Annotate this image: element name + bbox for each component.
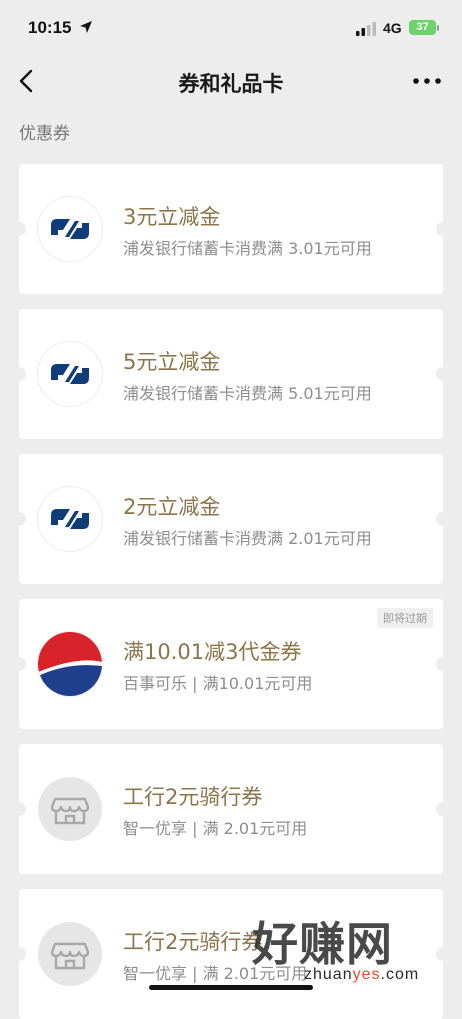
status-time: 10:15 [28, 18, 72, 37]
store-icon [38, 922, 102, 986]
card-notch [436, 802, 450, 816]
store-icon [38, 777, 102, 841]
coupon-card[interactable]: 2元立减金 浦发银行储蓄卡消费满 2.01元可用 [12, 454, 450, 584]
card-notch [436, 222, 450, 236]
card-notch [436, 657, 450, 671]
watermark: 好赚网 zhuanyes.com [252, 908, 452, 988]
coupon-subtitle: 浦发银行储蓄卡消费满 5.01元可用 [123, 384, 372, 403]
nav-bar: 券和礼品卡 [0, 56, 462, 108]
card-notch [12, 802, 26, 816]
coupon-subtitle: 浦发银行储蓄卡消费满 3.01元可用 [123, 239, 372, 258]
signal-icon [356, 22, 376, 36]
coupon-title: 工行2元骑行券 [123, 930, 263, 954]
spdb-logo-icon [38, 342, 102, 406]
expiring-badge: 即将过期 [377, 608, 433, 628]
coupon-subtitle: 智一优享 | 满 2.01元可用 [123, 819, 308, 838]
coupon-subtitle: 浦发银行储蓄卡消费满 2.01元可用 [123, 529, 372, 548]
page-title: 券和礼品卡 [178, 72, 284, 96]
card-notch [12, 222, 26, 236]
coupon-card[interactable]: 工行2元骑行券 智一优享 | 满 2.01元可用 [12, 744, 450, 874]
coupon-card[interactable]: 5元立减金 浦发银行储蓄卡消费满 5.01元可用 [12, 309, 450, 439]
spdb-logo-icon [38, 487, 102, 551]
coupon-title: 5元立减金 [123, 350, 221, 374]
card-notch [12, 512, 26, 526]
watermark-text: 好赚网 [252, 917, 393, 971]
battery-icon: 37 [409, 20, 436, 35]
watermark-domain: zhuanyes.com [304, 966, 420, 983]
battery-cap [437, 25, 439, 31]
coupon-title: 工行2元骑行券 [123, 785, 263, 809]
coupon-card[interactable]: 3元立减金 浦发银行储蓄卡消费满 3.01元可用 [12, 164, 450, 294]
card-notch [436, 512, 450, 526]
card-notch [12, 947, 26, 961]
coupon-title: 2元立减金 [123, 495, 221, 519]
section-title: 优惠券 [19, 124, 70, 144]
card-notch [12, 367, 26, 381]
card-notch [12, 657, 26, 671]
pepsi-logo-icon [38, 632, 102, 696]
card-notch [436, 367, 450, 381]
home-indicator[interactable] [149, 985, 313, 990]
location-arrow-icon [80, 21, 92, 33]
status-bar: 10:15 4G 37 [0, 0, 462, 56]
coupon-subtitle: 百事可乐 | 满10.01元可用 [123, 674, 313, 693]
network-type: 4G [383, 20, 402, 36]
coupon-title: 3元立减金 [123, 205, 221, 229]
coupon-card[interactable]: 即将过期 满10.01减3代金券 百事可乐 | 满10.01元可用 [12, 599, 450, 729]
spdb-logo-icon [38, 197, 102, 261]
coupon-title: 满10.01减3代金券 [123, 640, 302, 664]
more-icon[interactable] [412, 76, 442, 86]
